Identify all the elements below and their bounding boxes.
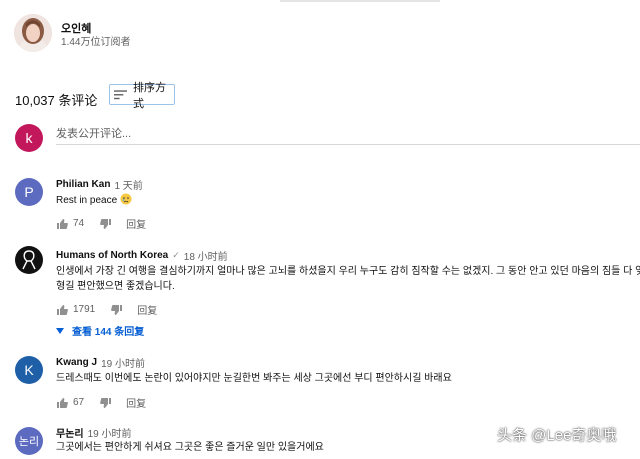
comment-avatar[interactable]: P: [15, 178, 43, 206]
comment-text: Rest in peace: [56, 193, 132, 208]
add-comment-underline: [56, 144, 640, 145]
comment-author[interactable]: Kwang J: [56, 357, 97, 368]
ribbon-logo-icon: [22, 250, 36, 270]
comment-count: 10,037 条评论: [15, 93, 98, 108]
comment-author[interactable]: Philian Kan: [56, 179, 110, 190]
thumbs-down-icon[interactable]: [111, 304, 123, 316]
view-replies-button[interactable]: 查看 144 条回复: [56, 323, 144, 338]
comment-avatar-letter: K: [24, 362, 34, 378]
watermark: 头条 @Lee奇奥哦: [497, 427, 617, 444]
comment-avatar[interactable]: K: [15, 356, 43, 384]
comment-avatar[interactable]: 논리: [15, 427, 43, 455]
subscriber-count: 1.44万位订阅者: [61, 37, 131, 48]
comment-avatar-letter: P: [24, 184, 34, 200]
comment-actions: 1791 回复: [56, 302, 157, 317]
reply-button[interactable]: 回复: [126, 395, 146, 410]
thumbs-down-icon[interactable]: [100, 397, 112, 409]
view-replies-label: 查看 144 条回复: [72, 327, 145, 338]
comment-text-line2: 형길 편안했으면 좋겠습니다.: [56, 281, 175, 292]
like-count: 1791: [73, 304, 96, 315]
comment-time[interactable]: 1 天前: [114, 177, 142, 192]
comment-actions: 67 回复: [56, 395, 146, 410]
sort-button[interactable]: 排序方式: [109, 82, 175, 110]
comment-header: 무논리 19 小时前: [56, 425, 132, 440]
reply-button[interactable]: 回复: [126, 216, 146, 231]
comment-text: 그곳에서는 편안하게 쉬셔요 그곳은 좋은 즐거운 일만 있을거에요: [56, 442, 324, 453]
comment-time[interactable]: 18 小时前: [184, 248, 228, 263]
user-avatar-letter: k: [25, 130, 33, 146]
comment-avatar[interactable]: [15, 246, 43, 274]
thumbs-up-icon[interactable]: [56, 218, 68, 230]
verified-check-icon: ✓: [172, 250, 180, 260]
like-count: 67: [73, 397, 85, 408]
thumbs-up-icon[interactable]: [56, 397, 68, 409]
comment-text: 인생에서 가장 긴 여행을 결심하기까지 얼마나 많은 고뇌를 하셨을지 우리 …: [56, 266, 640, 277]
comment-header: Philian Kan 1 天前: [56, 177, 143, 192]
user-avatar[interactable]: k: [15, 124, 43, 152]
comment-author[interactable]: 무논리: [56, 425, 84, 440]
comment-header: Kwang J 19 小时前: [56, 355, 145, 370]
thumbs-down-icon[interactable]: [100, 218, 112, 230]
like-count: 74: [73, 218, 85, 229]
comment-header: Humans of North Korea ✓ 18 小时前: [56, 248, 228, 263]
comment-time[interactable]: 19 小时前: [101, 355, 145, 370]
caret-down-icon: [56, 327, 64, 334]
teary-face-icon: [120, 193, 132, 205]
comment-actions: 74 回复: [56, 216, 146, 231]
channel-avatar[interactable]: [14, 14, 52, 52]
sort-icon: [114, 89, 128, 99]
comment-author[interactable]: Humans of North Korea: [56, 250, 168, 261]
sort-label: 排序方式: [133, 81, 167, 110]
comment-time[interactable]: 19 小时前: [88, 425, 132, 440]
add-comment-input[interactable]: 发表公开评论...: [56, 125, 616, 141]
comment-text: 드레스때도 이번에도 논란이 있어야지만 눈길한번 봐주는 세상 그곳에선 부디…: [56, 373, 452, 384]
top-divider: [280, 0, 440, 2]
thumbs-up-icon[interactable]: [56, 304, 68, 316]
comment-text-body: Rest in peace: [56, 195, 118, 206]
comment-avatar-letter: 논리: [18, 436, 40, 448]
reply-button[interactable]: 回复: [137, 302, 157, 317]
